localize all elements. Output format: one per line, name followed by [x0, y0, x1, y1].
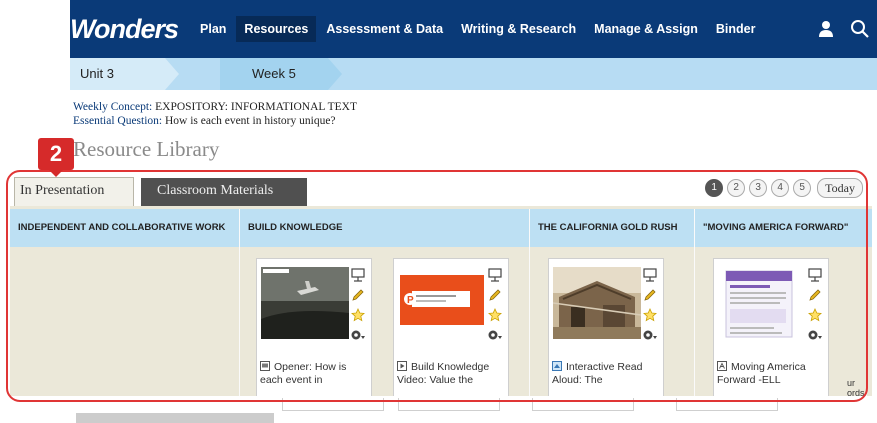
gear-icon[interactable]: [350, 325, 366, 345]
pencil-icon[interactable]: [642, 285, 658, 305]
breadcrumb-unit-label: Unit 3: [80, 66, 114, 81]
column-header-independent: INDEPENDENT AND COLLABORATIVE WORK: [10, 209, 239, 247]
card-thumbnail-video[interactable]: P: [398, 267, 486, 339]
card-thumbnail-plane[interactable]: [261, 267, 349, 339]
card-title-line2: each event in: [260, 374, 323, 386]
today-button[interactable]: Today: [817, 178, 863, 198]
resource-grid: INDEPENDENT AND COLLABORATIVE WORK BUILD…: [10, 206, 872, 396]
pencil-icon[interactable]: [487, 285, 503, 305]
tab-classroom-materials-label: Classroom Materials: [157, 183, 274, 198]
horizontal-scrollbar[interactable]: [76, 413, 274, 423]
column-header-build-knowledge: BUILD KNOWLEDGE: [240, 209, 529, 247]
column-header-gold-rush: THE CALIFORNIA GOLD RUSH: [530, 209, 694, 247]
card-edge-text: ur ords: [847, 378, 865, 396]
card-tools: [807, 265, 823, 345]
page-button-4[interactable]: 4: [771, 179, 790, 197]
star-icon[interactable]: [487, 305, 503, 325]
presentation-icon[interactable]: [642, 265, 658, 285]
presentation-icon[interactable]: [807, 265, 823, 285]
weekly-concept: Weekly Concept: EXPOSITORY: INFORMATIONA…: [73, 100, 357, 128]
card-edge-line2: ords: [847, 388, 865, 396]
card-title-line1: Opener: How is: [274, 361, 347, 373]
column-header-moving-america: "MOVING AMERICA FORWARD": [695, 209, 872, 247]
card-title-line1: Moving America: [731, 361, 806, 373]
tab-in-presentation[interactable]: In Presentation: [14, 177, 134, 206]
breadcrumb-week-arrow: [328, 58, 342, 90]
nav-writing-research[interactable]: Writing & Research: [453, 16, 584, 42]
card-title-line1: Build Knowledge: [411, 361, 490, 373]
essential-question-value: How is each event in history unique?: [162, 115, 336, 127]
presentation-icon[interactable]: [487, 265, 503, 285]
wonders-logo[interactable]: Wonders: [70, 14, 179, 45]
resource-card[interactable]: P Build Knowledge Video: Value the: [393, 258, 509, 396]
slideshow-icon: [260, 361, 270, 371]
svg-text:P: P: [407, 295, 414, 306]
page-button-3[interactable]: 3: [749, 179, 768, 197]
column-divider: [529, 209, 530, 396]
video-icon: [397, 361, 407, 371]
nav-binder[interactable]: Binder: [708, 16, 764, 42]
callout-badge-pointer: [48, 169, 64, 177]
card-title[interactable]: Interactive Read Aloud: The: [552, 361, 662, 387]
weekly-concept-label: Weekly Concept:: [73, 101, 153, 113]
star-icon[interactable]: [350, 305, 366, 325]
column-divider: [694, 209, 695, 396]
callout-badge: 2: [38, 138, 74, 170]
breadcrumb-week[interactable]: Week 5: [220, 58, 328, 90]
card-shadow: [282, 398, 384, 411]
card-shadow: [676, 398, 778, 411]
card-title[interactable]: Moving America Forward -ELL: [717, 361, 827, 387]
card-title[interactable]: Opener: How is each event in: [260, 361, 370, 387]
card-thumbnail-document[interactable]: [718, 267, 806, 339]
interactive-icon: [552, 361, 562, 371]
pdf-icon: [717, 361, 727, 371]
card-title-line1: Interactive Read: [566, 361, 643, 373]
page-button-5[interactable]: 5: [793, 179, 812, 197]
card-shadow: [532, 398, 634, 411]
tab-classroom-materials[interactable]: Classroom Materials: [141, 178, 307, 206]
pager: 1 2 3 4 5 Today: [701, 178, 863, 198]
card-tools: [350, 265, 366, 345]
card-title[interactable]: Build Knowledge Video: Value the: [397, 361, 507, 387]
weekly-concept-value: EXPOSITORY: INFORMATIONAL TEXT: [152, 101, 358, 113]
nav-manage-assign[interactable]: Manage & Assign: [586, 16, 706, 42]
breadcrumb-arrow: [165, 58, 179, 90]
card-edge-line1: ur: [847, 378, 856, 388]
presentation-icon[interactable]: [350, 265, 366, 285]
top-nav: Wonders Plan Resources Assessment & Data…: [70, 0, 877, 58]
column-divider: [866, 209, 867, 396]
star-icon[interactable]: [642, 305, 658, 325]
card-shadow: [398, 398, 500, 411]
card-tools: [487, 265, 503, 345]
nav-resources[interactable]: Resources: [236, 16, 317, 42]
essential-question-label: Essential Question:: [73, 115, 163, 127]
breadcrumb-unit[interactable]: Unit 3: [70, 58, 165, 90]
search-icon[interactable]: [843, 0, 877, 58]
resource-card[interactable]: Opener: How is each event in: [256, 258, 372, 396]
column-divider: [239, 209, 240, 396]
gear-icon[interactable]: [807, 325, 823, 345]
card-title-line2: Forward -ELL: [717, 374, 781, 386]
page: Wonders Plan Resources Assessment & Data…: [0, 0, 877, 423]
pencil-icon[interactable]: [807, 285, 823, 305]
card-title-line2: Video: Value the: [397, 374, 474, 386]
nav-assessment-data[interactable]: Assessment & Data: [318, 16, 451, 42]
breadcrumb: Unit 3 Week 5: [70, 58, 877, 90]
page-title: Resource Library: [73, 137, 220, 161]
card-thumbnail-gold-rush[interactable]: [553, 267, 641, 339]
resource-card[interactable]: Moving America Forward -ELL: [713, 258, 829, 396]
page-button-2[interactable]: 2: [727, 179, 746, 197]
card-tools: [642, 265, 658, 345]
nav-plan[interactable]: Plan: [192, 16, 234, 42]
resource-card[interactable]: Interactive Read Aloud: The: [548, 258, 664, 396]
tab-in-presentation-label: In Presentation: [20, 183, 105, 198]
card-title-line2: Aloud: The: [552, 374, 603, 386]
gear-icon[interactable]: [642, 325, 658, 345]
page-button-1[interactable]: 1: [705, 179, 724, 197]
user-icon[interactable]: [809, 0, 843, 58]
pencil-icon[interactable]: [350, 285, 366, 305]
star-icon[interactable]: [807, 305, 823, 325]
breadcrumb-week-label: Week 5: [252, 66, 296, 81]
gear-icon[interactable]: [487, 325, 503, 345]
